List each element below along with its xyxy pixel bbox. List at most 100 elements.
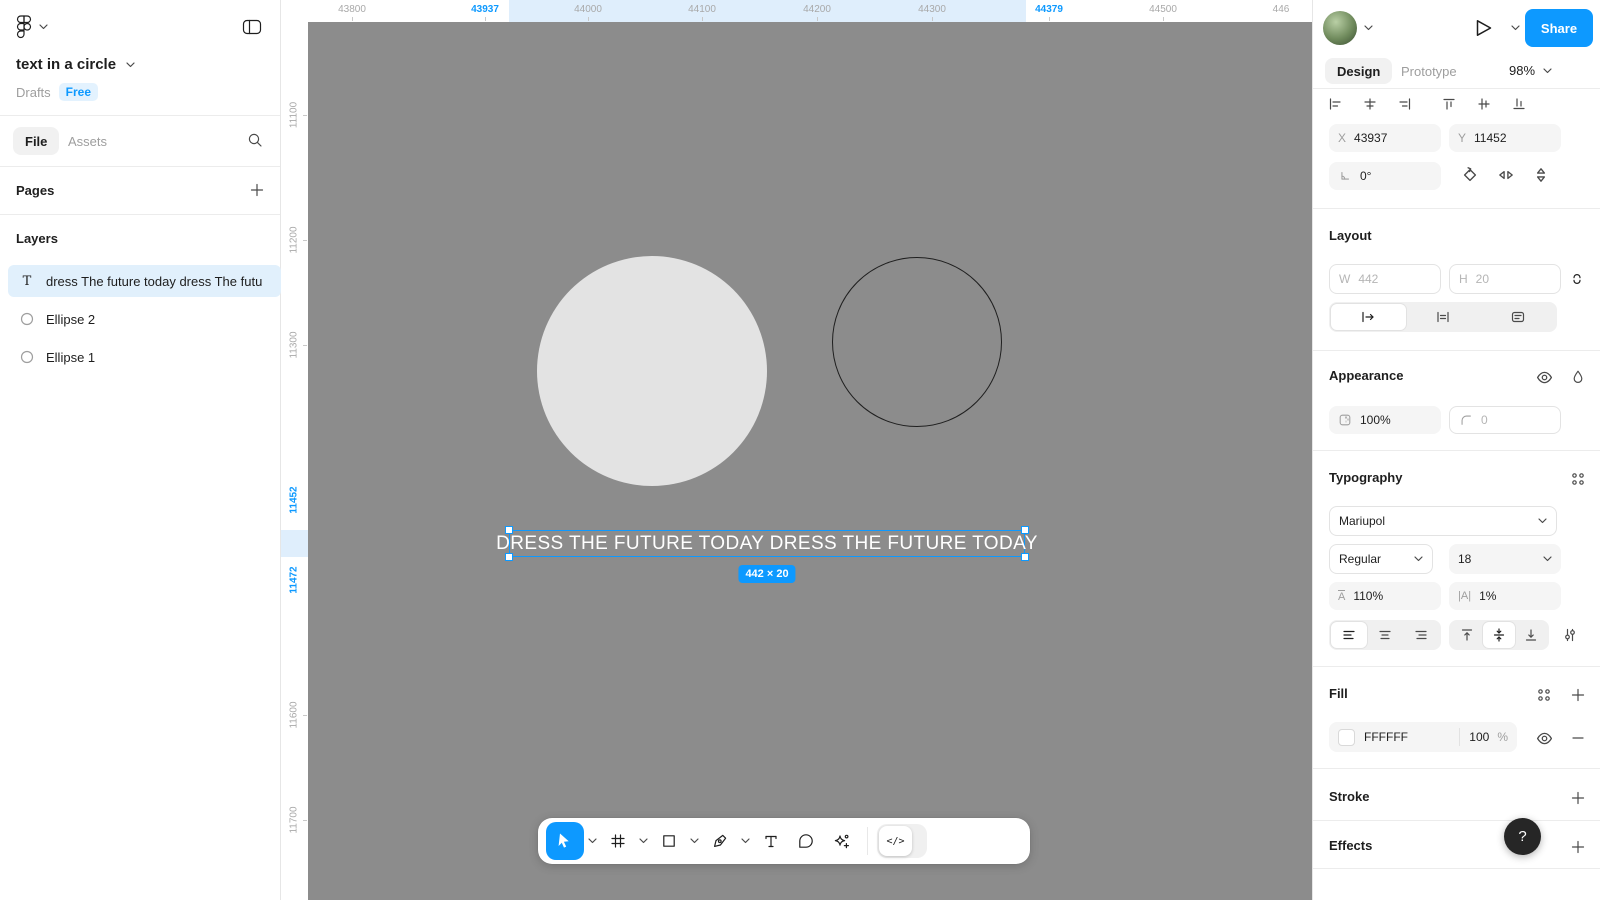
- align-vertical-center-button[interactable]: [1476, 96, 1492, 112]
- ruler-tick-label: 44500: [1149, 4, 1177, 15]
- text-tool-button[interactable]: [754, 824, 788, 858]
- text-align-right-button[interactable]: [1403, 622, 1439, 648]
- shape-tool-menu[interactable]: [687, 824, 702, 858]
- vertical-align-middle-button[interactable]: [1483, 622, 1515, 648]
- layer-row-text[interactable]: T dress The future today dress The futu: [8, 265, 281, 297]
- help-button[interactable]: ?: [1504, 818, 1541, 855]
- rotate-button[interactable]: [1461, 166, 1479, 184]
- fill-styles-button[interactable]: [1535, 686, 1553, 704]
- align-bottom-button[interactable]: [1511, 96, 1527, 112]
- text-align-center-icon: [1377, 627, 1393, 643]
- selection-handle-top-right[interactable]: [1021, 526, 1029, 534]
- align-horizontal-center-button[interactable]: [1362, 96, 1378, 112]
- add-fill-button[interactable]: [1569, 686, 1587, 704]
- type-settings-button[interactable]: [1561, 626, 1579, 644]
- font-weight-select[interactable]: Regular: [1329, 544, 1433, 574]
- flip-horizontal-button[interactable]: [1497, 166, 1515, 184]
- dev-mode-toggle[interactable]: </>: [877, 824, 927, 858]
- ellipse-outlined[interactable]: [832, 257, 1002, 427]
- frame-tool-icon: [610, 833, 626, 849]
- actions-tool-button[interactable]: [824, 824, 858, 858]
- canvas-background[interactable]: [308, 22, 1312, 900]
- align-right-button[interactable]: [1397, 96, 1413, 112]
- ruler-corner: [281, 0, 308, 22]
- align-top-button[interactable]: [1441, 96, 1457, 112]
- align-left-button[interactable]: [1327, 96, 1343, 112]
- y-position-field[interactable]: Y 11452: [1449, 124, 1561, 152]
- resize-fixed-button[interactable]: [1331, 304, 1406, 330]
- zoom-menu[interactable]: 98%: [1509, 63, 1552, 78]
- lock-aspect-ratio-button[interactable]: [1569, 270, 1585, 288]
- blend-mode-button[interactable]: [1569, 368, 1587, 386]
- eye-icon: [1536, 369, 1553, 386]
- fill-visibility-button[interactable]: [1535, 729, 1553, 747]
- rotation-field[interactable]: 0°: [1329, 162, 1441, 190]
- height-field[interactable]: H 20: [1449, 264, 1561, 294]
- add-page-button[interactable]: [249, 182, 265, 198]
- shape-tool-button[interactable]: [652, 824, 686, 858]
- x-position-field[interactable]: X 43937: [1329, 124, 1441, 152]
- canvas-text[interactable]: DRESS THE FUTURE TODAY DRESS THE FUTURE …: [510, 531, 1024, 556]
- fill-opacity-value[interactable]: 100: [1469, 730, 1489, 744]
- vertical-align-top-button[interactable]: [1451, 622, 1483, 648]
- toggle-sidebar-button[interactable]: [242, 18, 262, 36]
- selection-handle-bottom-right[interactable]: [1021, 553, 1029, 561]
- layer-row-ellipse-1[interactable]: Ellipse 1: [8, 341, 281, 373]
- search-button[interactable]: [247, 132, 263, 148]
- corner-radius-field[interactable]: 0: [1449, 406, 1561, 434]
- text-align-left-button[interactable]: [1331, 622, 1367, 648]
- selected-text-object[interactable]: DRESS THE FUTURE TODAY DRESS THE FUTURE …: [509, 530, 1025, 557]
- tab-design[interactable]: Design: [1325, 58, 1392, 84]
- line-height-field[interactable]: A 110%: [1329, 582, 1441, 610]
- pen-tool-icon: [712, 833, 728, 849]
- hug-contents-icon: [1435, 309, 1451, 325]
- file-title-menu[interactable]: text in a circle: [16, 56, 135, 73]
- flip-vertical-button[interactable]: [1532, 166, 1550, 184]
- breadcrumb-location[interactable]: Drafts: [16, 85, 51, 100]
- fill-color-row[interactable]: FFFFFF 100 %: [1329, 722, 1517, 752]
- tab-assets[interactable]: Assets: [68, 134, 107, 149]
- layer-row-ellipse-2[interactable]: Ellipse 2: [8, 303, 281, 335]
- tab-prototype[interactable]: Prototype: [1401, 64, 1457, 79]
- ruler-tick-label: 11200: [289, 226, 300, 253]
- selection-handle-bottom-left[interactable]: [505, 553, 513, 561]
- present-options-menu[interactable]: [1511, 25, 1520, 31]
- comment-tool-button[interactable]: [789, 824, 823, 858]
- resize-hug-button[interactable]: [1406, 304, 1481, 330]
- main-menu-button[interactable]: [16, 15, 48, 39]
- fill-hex-value[interactable]: FFFFFF: [1364, 730, 1459, 744]
- selection-handle-top-left[interactable]: [505, 526, 513, 534]
- font-family-value: Mariupol: [1339, 514, 1530, 528]
- frame-tool-menu[interactable]: [636, 824, 651, 858]
- file-title: text in a circle: [16, 56, 116, 73]
- remove-fill-button[interactable]: [1569, 729, 1587, 747]
- chevron-down-icon: [741, 838, 750, 844]
- rotation-value: 0°: [1360, 169, 1371, 183]
- right-inspector-panel: Share Design Prototype 98%: [1312, 0, 1600, 900]
- add-stroke-button[interactable]: [1569, 789, 1587, 807]
- font-size-select[interactable]: 18: [1449, 544, 1561, 574]
- figma-logo-icon: [16, 15, 32, 39]
- vertical-align-bottom-button[interactable]: [1515, 622, 1547, 648]
- visibility-button[interactable]: [1535, 368, 1553, 386]
- text-styles-button[interactable]: [1569, 470, 1587, 488]
- resize-text-box-button[interactable]: [1480, 304, 1555, 330]
- frame-tool-button[interactable]: [601, 824, 635, 858]
- pen-tool-menu[interactable]: [738, 824, 753, 858]
- opacity-field[interactable]: 100%: [1329, 406, 1441, 434]
- letter-spacing-field[interactable]: |A| 1%: [1449, 582, 1561, 610]
- present-button[interactable]: [1471, 16, 1495, 40]
- move-tool-button[interactable]: [546, 822, 584, 860]
- move-tool-menu[interactable]: [585, 824, 600, 858]
- add-effect-button[interactable]: [1569, 838, 1587, 856]
- text-align-center-button[interactable]: [1367, 622, 1403, 648]
- y-field-label: Y: [1458, 131, 1466, 145]
- current-user-menu[interactable]: [1323, 11, 1373, 45]
- share-button[interactable]: Share: [1525, 9, 1593, 47]
- width-field[interactable]: W 442: [1329, 264, 1441, 294]
- pen-tool-button[interactable]: [703, 824, 737, 858]
- ellipse-filled[interactable]: [537, 256, 767, 486]
- font-family-select[interactable]: Mariupol: [1329, 506, 1557, 536]
- tab-file[interactable]: File: [13, 127, 59, 155]
- fill-swatch[interactable]: [1338, 729, 1355, 746]
